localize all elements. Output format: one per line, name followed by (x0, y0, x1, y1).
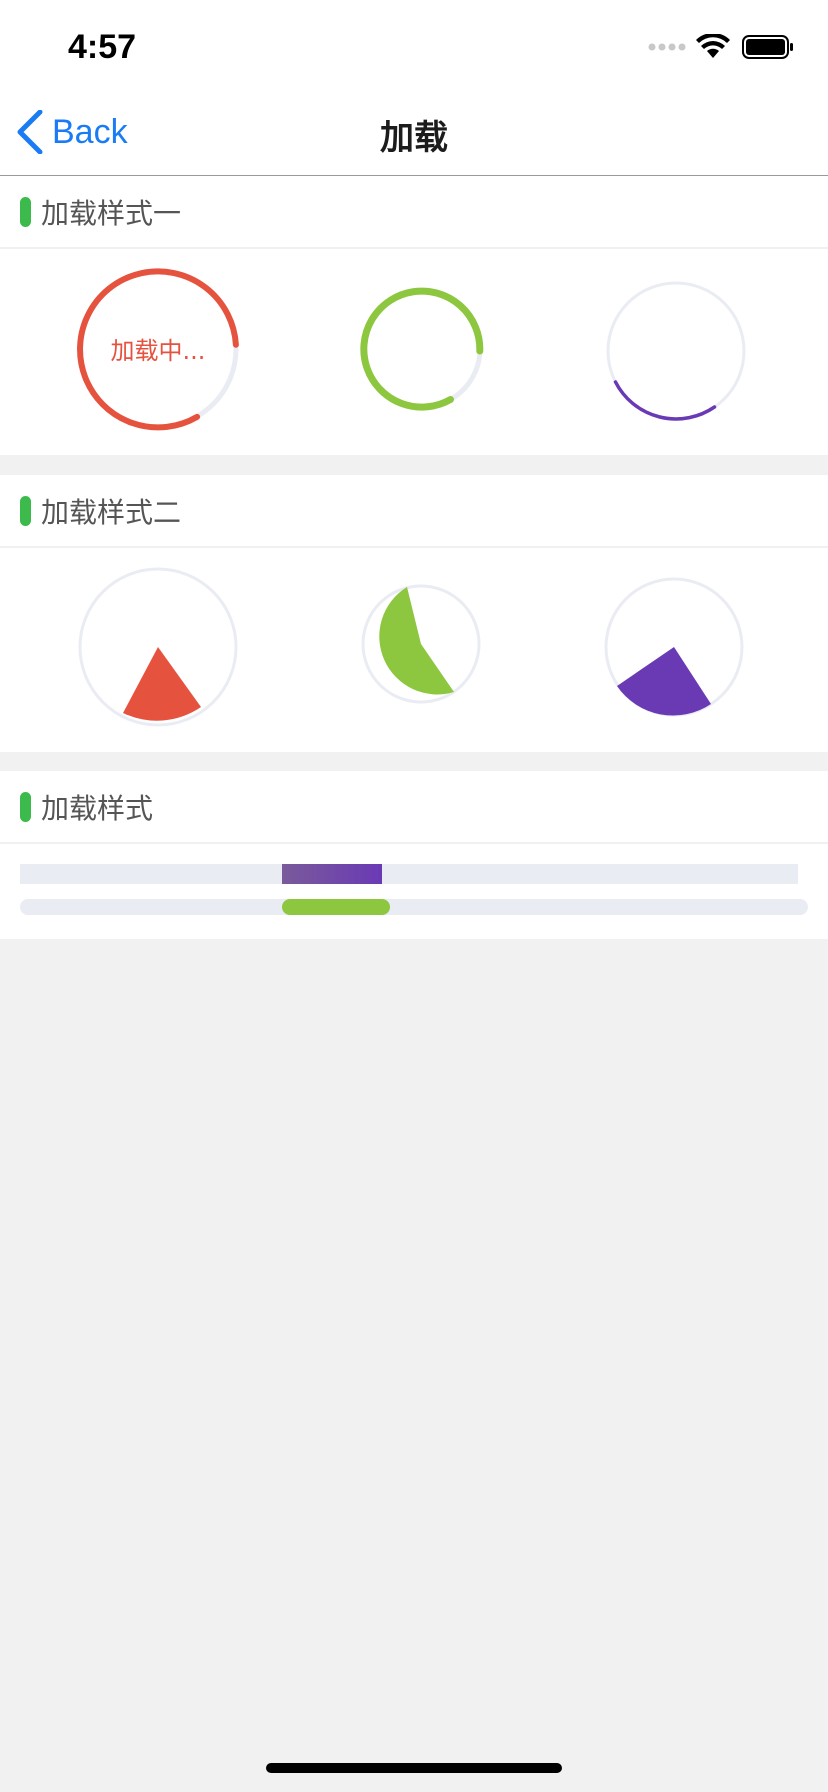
section-loading-style-one: 加载样式一 加载中... (0, 176, 828, 455)
progress-bar-rounded (20, 899, 808, 915)
section-loading-style-bars: 加载样式 (0, 771, 828, 939)
status-time: 4:57 (68, 28, 137, 66)
section-title: 加载样式二 (41, 495, 182, 529)
loaders-row: 加载中... (0, 249, 828, 456)
section-accent-bar (20, 495, 31, 526)
loading-label: 加载中... (110, 337, 206, 365)
section-title: 加载样式 (41, 791, 154, 825)
battery-icon (742, 35, 793, 59)
progress-bar-rounded-fill (282, 899, 390, 915)
signal-dots-icon (648, 43, 686, 51)
progress-bar-square-fill (282, 864, 382, 884)
wedge-loader-red (78, 567, 238, 727)
ring-loader-purple (606, 281, 746, 421)
section-header: 加载样式二 (0, 475, 828, 548)
section-accent-bar (20, 196, 31, 227)
section-header: 加载样式一 (0, 176, 828, 249)
progress-bar-square (20, 864, 798, 884)
section-title: 加载样式一 (41, 196, 182, 230)
wifi-icon (696, 34, 730, 58)
bar-loaders (0, 844, 828, 939)
status-bar: 4:57 (0, 0, 828, 88)
section-accent-bar (20, 791, 31, 822)
loaders-row (0, 548, 828, 755)
wedge-loader-purple (604, 577, 744, 717)
navigation-bar: Back 加载 (0, 88, 828, 176)
section-loading-style-two: 加载样式二 (0, 475, 828, 752)
ring-loader-green (360, 287, 484, 411)
home-indicator (266, 1763, 562, 1773)
section-header: 加载样式 (0, 771, 828, 844)
status-icons (648, 34, 794, 60)
page-title: 加载 (380, 118, 448, 158)
wedge-loader-green (361, 584, 481, 704)
